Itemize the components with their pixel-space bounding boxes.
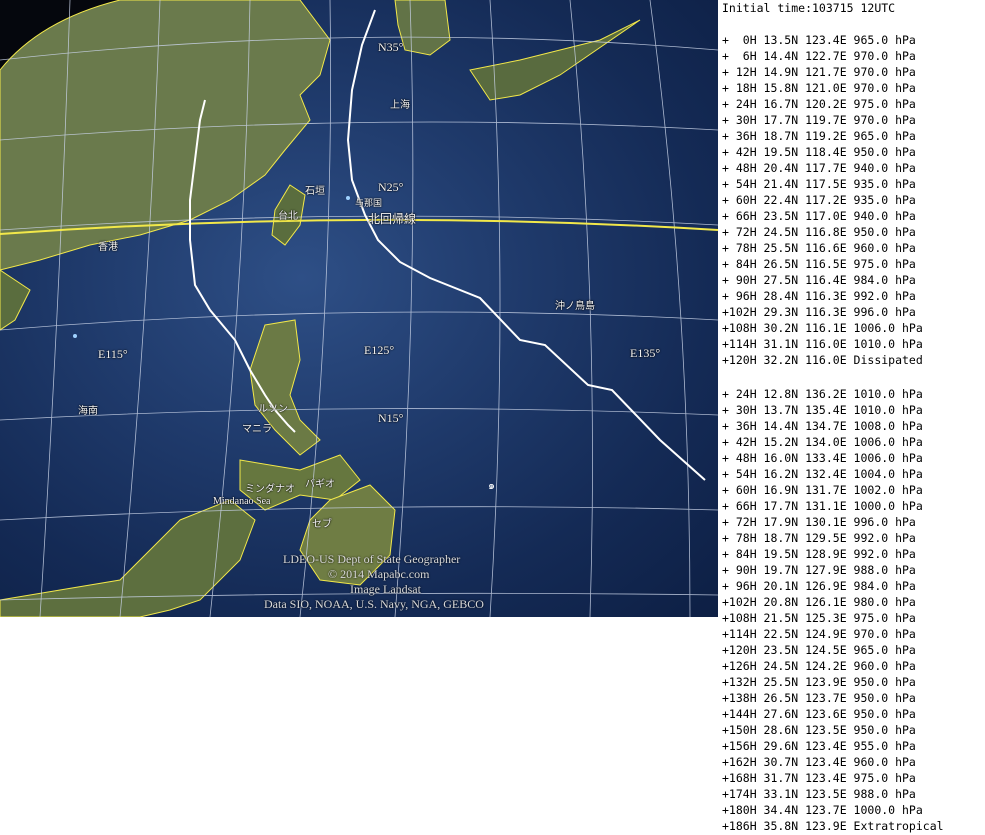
lat-label-n15: N15° [378, 411, 404, 425]
lon-label-e135: E135° [630, 346, 661, 360]
forecast-row: +138H 26.5N 123.7E 950.0 hPa [722, 691, 916, 705]
forecast-row: +102H 20.8N 126.1E 980.0 hPa [722, 595, 916, 609]
forecast-row: + 90H 27.5N 116.4E 984.0 hPa [722, 273, 916, 287]
forecast-row: + 78H 18.7N 129.5E 992.0 hPa [722, 531, 916, 545]
map-canvas: ๑ [0, 0, 718, 617]
forecast-panel: Initial time:103715 12UTC + 0H 13.5N 123… [720, 0, 985, 835]
place-label: 海南 [78, 406, 98, 417]
land-palawan [0, 499, 256, 617]
forecast-row: + 36H 18.7N 119.2E 965.0 hPa [722, 129, 916, 143]
forecast-row: + 42H 15.2N 134.0E 1006.0 hPa [722, 435, 923, 449]
forecast-row: + 96H 28.4N 116.3E 992.0 hPa [722, 289, 916, 303]
place-label: 沖ノ鳥島 [555, 301, 595, 312]
forecast-row: + 78H 25.5N 116.6E 960.0 hPa [722, 241, 916, 255]
forecast-row: +162H 30.7N 123.4E 960.0 hPa [722, 755, 916, 769]
forecast-row: + 54H 16.2N 132.4E 1004.0 hPa [722, 467, 923, 481]
marker-dot [73, 334, 77, 338]
place-label: 香港 [98, 242, 118, 253]
forecast-row: +108H 21.5N 125.3E 975.0 hPa [722, 611, 916, 625]
forecast-row: + 66H 17.7N 131.1E 1000.0 hPa [722, 499, 923, 513]
forecast-row: + 84H 19.5N 128.9E 992.0 hPa [722, 547, 916, 561]
map-credit: LDEO-US Dept of State Geographer [283, 552, 461, 566]
place-label: バギオ [305, 479, 335, 490]
place-label: 上海 [390, 100, 410, 111]
forecast-row: + 48H 16.0N 133.4E 1006.0 hPa [722, 451, 923, 465]
forecast-row: +120H 23.5N 124.5E 965.0 hPa [722, 643, 916, 657]
forecast-row: + 72H 24.5N 116.8E 950.0 hPa [722, 225, 916, 239]
map-credit: Image Landsat [350, 582, 421, 596]
forecast-row: +180H 34.4N 123.7E 1000.0 hPa [722, 803, 923, 817]
forecast-row: +156H 29.6N 123.4E 955.0 hPa [722, 739, 916, 753]
forecast-row: +120H 32.2N 116.0E Dissipated [722, 353, 923, 367]
forecast-row: + 60H 22.4N 117.2E 935.0 hPa [722, 193, 916, 207]
forecast-row: + 24H 12.8N 136.2E 1010.0 hPa [722, 387, 923, 401]
forecast-row: + 24H 16.7N 120.2E 975.0 hPa [722, 97, 916, 111]
forecast-row: + 42H 19.5N 118.4E 950.0 hPa [722, 145, 916, 159]
forecast-row: +108H 30.2N 116.1E 1006.0 hPa [722, 321, 923, 335]
forecast-row: + 30H 17.7N 119.7E 970.0 hPa [722, 113, 916, 127]
forecast-row: +174H 33.1N 123.5E 988.0 hPa [722, 787, 916, 801]
forecast-row: + 84H 26.5N 116.5E 975.0 hPa [722, 257, 916, 271]
lat-label-n35: N35° [378, 40, 404, 54]
marker-symbol: ๑ [488, 479, 495, 492]
forecast-row: + 66H 23.5N 117.0E 940.0 hPa [722, 209, 916, 223]
lon-label-e125: E125° [364, 343, 395, 357]
forecast-row: +168H 31.7N 123.4E 975.0 hPa [722, 771, 916, 785]
forecast-row: + 18H 15.8N 121.0E 970.0 hPa [722, 81, 916, 95]
forecast-row: + 60H 16.9N 131.7E 1002.0 hPa [722, 483, 923, 497]
forecast-row: +144H 27.6N 123.6E 950.0 hPa [722, 707, 916, 721]
forecast-row: +150H 28.6N 123.5E 950.0 hPa [722, 723, 916, 737]
marker-dot [346, 196, 350, 200]
forecast-row: +132H 25.5N 123.9E 950.0 hPa [722, 675, 916, 689]
forecast-row: + 36H 14.4N 134.7E 1008.0 hPa [722, 419, 923, 433]
lat-label-n25: N25° [378, 180, 404, 194]
place-label: マニラ [242, 424, 272, 435]
forecast-row: +186H 35.8N 123.9E Extratropical [722, 819, 944, 833]
forecast-row: + 72H 17.9N 130.1E 996.0 hPa [722, 515, 916, 529]
forecast-row: +114H 31.1N 116.0E 1010.0 hPa [722, 337, 923, 351]
place-label: 台北 [278, 211, 298, 222]
forecast-row: + 48H 20.4N 117.7E 940.0 hPa [722, 161, 916, 175]
forecast-row: + 54H 21.4N 117.5E 935.0 hPa [722, 177, 916, 191]
map-credit: © 2014 Mapabc.com [328, 567, 430, 581]
place-label: セブ [312, 519, 332, 530]
place-label: ミンダナオ [245, 484, 295, 495]
forecast-row: + 30H 13.7N 135.4E 1010.0 hPa [722, 403, 923, 417]
forecast-row: + 96H 20.1N 126.9E 984.0 hPa [722, 579, 916, 593]
place-label: Mindanao Sea [213, 496, 271, 507]
place-label: 石垣 [305, 186, 325, 197]
forecast-row: + 6H 14.4N 122.7E 970.0 hPa [722, 49, 916, 63]
map-view[interactable]: ๑ N35° N25° N15° E115° E125° E135° 上海 石垣… [0, 0, 718, 617]
lon-label-e115: E115° [98, 347, 128, 361]
place-label: ルソン [258, 404, 288, 415]
forecast-row: + 90H 19.7N 127.9E 988.0 hPa [722, 563, 916, 577]
map-credit: Data SIO, NOAA, U.S. Navy, NGA, GEBCO [264, 597, 484, 611]
forecast-row: +102H 29.3N 116.3E 996.0 hPa [722, 305, 916, 319]
land-hainan [0, 269, 31, 331]
forecast-row: +114H 22.5N 124.9E 970.0 hPa [722, 627, 916, 641]
forecast-row: + 0H 13.5N 123.4E 965.0 hPa [722, 33, 916, 47]
place-label: 与那国 [355, 198, 383, 208]
tropic-of-cancer-label: 北回帰線 [368, 212, 417, 226]
forecast-row: +126H 24.5N 124.2E 960.0 hPa [722, 659, 916, 673]
forecast-row: + 12H 14.9N 121.7E 970.0 hPa [722, 65, 916, 79]
land-japan [469, 19, 641, 101]
initial-time-header: Initial time:103715 12UTC [722, 1, 896, 15]
